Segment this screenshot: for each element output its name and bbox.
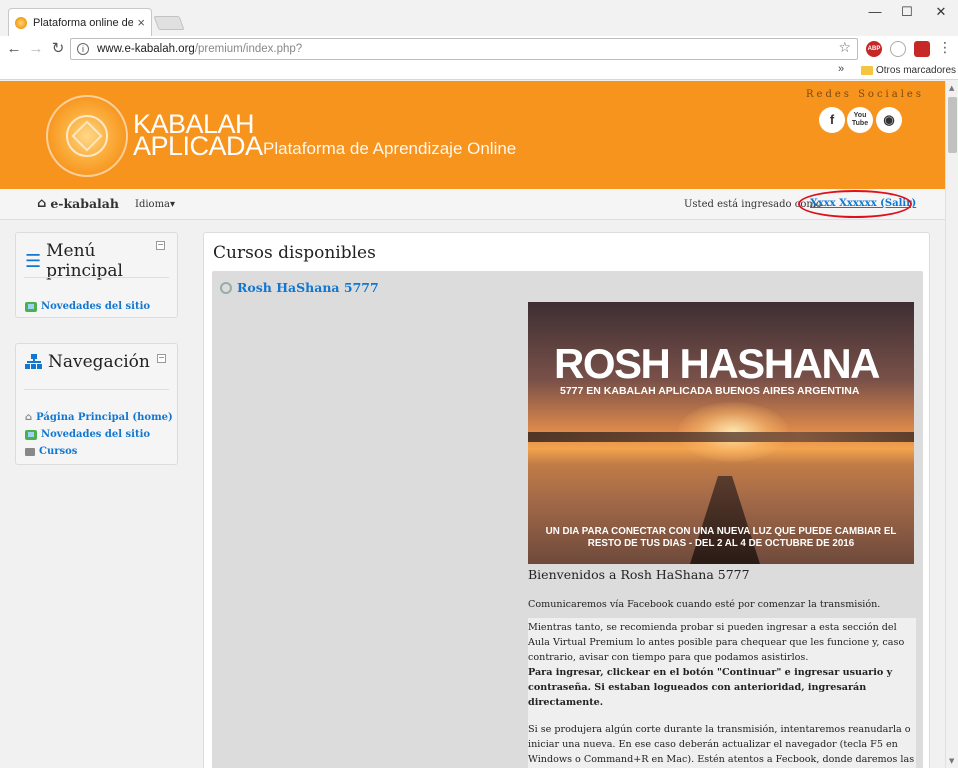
highlight-annotation bbox=[798, 190, 912, 218]
scroll-thumb[interactable] bbox=[948, 97, 957, 153]
adblock-extension-icon[interactable]: ABP bbox=[866, 41, 882, 57]
close-window-icon[interactable]: ✕ bbox=[926, 4, 956, 19]
main-menu-title: ☰ Menú principal bbox=[25, 241, 177, 281]
site-tagline: Plataforma de Aprendizaje Online bbox=[263, 139, 517, 158]
course-link[interactable]: Rosh HaShana 5777 bbox=[220, 280, 379, 295]
new-tab-button[interactable] bbox=[153, 16, 185, 30]
sidebar-item-label: Novedades del sitio bbox=[41, 301, 151, 312]
url-path: /premium/index.php? bbox=[194, 43, 303, 55]
sidebar-item-news[interactable]: Novedades del sitio bbox=[25, 301, 150, 312]
back-arrow-icon[interactable]: ← bbox=[5, 40, 23, 58]
sidebar-item-label: Novedades del sitio bbox=[41, 429, 151, 440]
info-icon[interactable]: i bbox=[77, 43, 89, 55]
facebook-icon[interactable]: f bbox=[819, 107, 845, 133]
menu-bars-icon: ☰ bbox=[25, 250, 42, 272]
forward-arrow-icon[interactable]: → bbox=[27, 40, 45, 58]
other-bookmarks[interactable]: Otros marcadores bbox=[876, 65, 956, 76]
site-favicon-icon bbox=[15, 16, 27, 29]
sidebar-item-label: Cursos bbox=[39, 446, 78, 457]
browser-toolbar: ← → ↻ i www.e-kabalah.org/premium/index.… bbox=[0, 36, 958, 62]
course-paragraph: Si se produjera algún corte durante la t… bbox=[528, 724, 915, 765]
sidebar-item-label: Página Principal (home) bbox=[36, 412, 173, 423]
page-title: Cursos disponibles bbox=[213, 243, 376, 263]
navigation-title-text: Navegación bbox=[48, 352, 150, 372]
banner-footer: UN DIA PARA CONECTAR CON UNA NUEVA LUZ Q… bbox=[545, 526, 897, 549]
banner-title: ROSH HASHANA bbox=[554, 340, 881, 387]
course-instructions: Mientras tanto, se recomienda probar si … bbox=[528, 618, 916, 768]
globe-icon[interactable]: ◉ bbox=[876, 107, 902, 133]
pdf-extension-icon[interactable] bbox=[914, 41, 930, 57]
main-content: Cursos disponibles Rosh HaShana 5777 ROS… bbox=[203, 232, 930, 768]
sidebar-item-courses[interactable]: Cursos bbox=[25, 446, 77, 457]
dock-pier bbox=[690, 476, 760, 564]
navigation-title: Navegación bbox=[25, 352, 150, 372]
divider bbox=[24, 389, 169, 390]
news-icon bbox=[25, 301, 37, 312]
dock-icon[interactable]: − bbox=[156, 241, 165, 250]
language-dropdown[interactable]: Idioma▾ bbox=[135, 199, 175, 210]
extension-icon[interactable] bbox=[890, 41, 906, 57]
home-label: e-kabalah bbox=[50, 196, 119, 211]
scroll-down-icon[interactable]: ▼ bbox=[949, 757, 954, 765]
news-icon bbox=[25, 429, 37, 440]
collapse-icon[interactable]: − bbox=[157, 354, 166, 363]
folder-icon[interactable] bbox=[861, 66, 873, 75]
sidebar-item-news[interactable]: Novedades del sitio bbox=[25, 429, 150, 440]
brand-line-2: APLICADA bbox=[133, 131, 263, 161]
main-menu-block: ☰ Menú principal − Novedades del sitio bbox=[15, 232, 178, 318]
sitemap-icon bbox=[25, 354, 43, 370]
course-card: Rosh HaShana 5777 ROSH HASHANA 5777 EN K… bbox=[212, 271, 923, 768]
bookmarks-overflow-icon[interactable]: » bbox=[838, 63, 844, 75]
address-bar[interactable]: i www.e-kabalah.org/premium/index.php? ☆ bbox=[70, 38, 858, 60]
bookmark-star-icon[interactable]: ☆ bbox=[838, 40, 851, 56]
url-domain: www.e-kabalah.org bbox=[97, 43, 195, 55]
browser-tab[interactable]: Plataforma online de ens × bbox=[8, 8, 152, 36]
site-header: KABALAH APLICADA Plataforma de Aprendiza… bbox=[0, 81, 945, 189]
scroll-up-icon[interactable]: ▲ bbox=[949, 84, 954, 92]
reload-icon[interactable]: ↻ bbox=[49, 40, 67, 58]
url-text: www.e-kabalah.org/premium/index.php? bbox=[97, 43, 302, 55]
banner-subtitle: 5777 EN KABALAH APLICADA BUENOS AIRES AR… bbox=[560, 385, 860, 397]
logo-emblem-icon[interactable] bbox=[46, 95, 128, 177]
logo-inner-diamond bbox=[71, 120, 103, 152]
browser-menu-icon[interactable]: ⋮ bbox=[938, 40, 952, 56]
browser-tabbar: Plataforma online de ens × — ☐ ✕ bbox=[0, 0, 958, 36]
house-icon: ⌂ bbox=[25, 412, 33, 423]
shoreline bbox=[528, 432, 914, 442]
minimize-icon[interactable]: — bbox=[860, 4, 890, 19]
course-welcome-heading: Bienvenidos a Rosh HaShana 5777 bbox=[528, 567, 750, 582]
home-link[interactable]: ⌂ e-kabalah bbox=[37, 196, 119, 211]
tab-close-icon[interactable]: × bbox=[137, 15, 145, 30]
navigation-block: Navegación − ⌂ Página Principal (home) N… bbox=[15, 343, 178, 465]
caret-down-icon: ▾ bbox=[170, 199, 176, 210]
youtube-icon[interactable]: You Tube bbox=[847, 107, 873, 133]
course-paragraph: Comunicaremos vía Facebook cuando esté p… bbox=[528, 599, 881, 610]
sidebar-item-home[interactable]: ⌂ Página Principal (home) bbox=[25, 412, 173, 423]
site-navbar: ⌂ e-kabalah Idioma▾ Usted está ingresado… bbox=[0, 189, 945, 220]
logo-inner-ring bbox=[66, 115, 108, 157]
page-viewport: KABALAH APLICADA Plataforma de Aprendiza… bbox=[0, 81, 945, 768]
divider bbox=[24, 277, 169, 278]
page-scrollbar[interactable]: ▲ ▼ bbox=[945, 81, 958, 768]
course-name: Rosh HaShana 5777 bbox=[237, 280, 379, 295]
folder-icon bbox=[25, 447, 35, 456]
tab-title: Plataforma online de ens bbox=[33, 16, 134, 29]
course-paragraph-bold: Para ingresar, clickear en el botón "Con… bbox=[528, 667, 893, 708]
course-icon bbox=[220, 281, 232, 294]
maximize-icon[interactable]: ☐ bbox=[892, 4, 922, 19]
bookmarks-bar: » Otros marcadores bbox=[0, 62, 958, 80]
brand-name[interactable]: KABALAH APLICADA bbox=[133, 111, 263, 161]
language-label: Idioma bbox=[135, 199, 171, 210]
social-title: Redes Sociales bbox=[806, 89, 924, 100]
home-icon: ⌂ bbox=[37, 196, 47, 211]
course-paragraph: Mientras tanto, se recomienda probar si … bbox=[528, 622, 905, 663]
course-banner-image: ROSH HASHANA 5777 EN KABALAH APLICADA BU… bbox=[528, 302, 914, 564]
